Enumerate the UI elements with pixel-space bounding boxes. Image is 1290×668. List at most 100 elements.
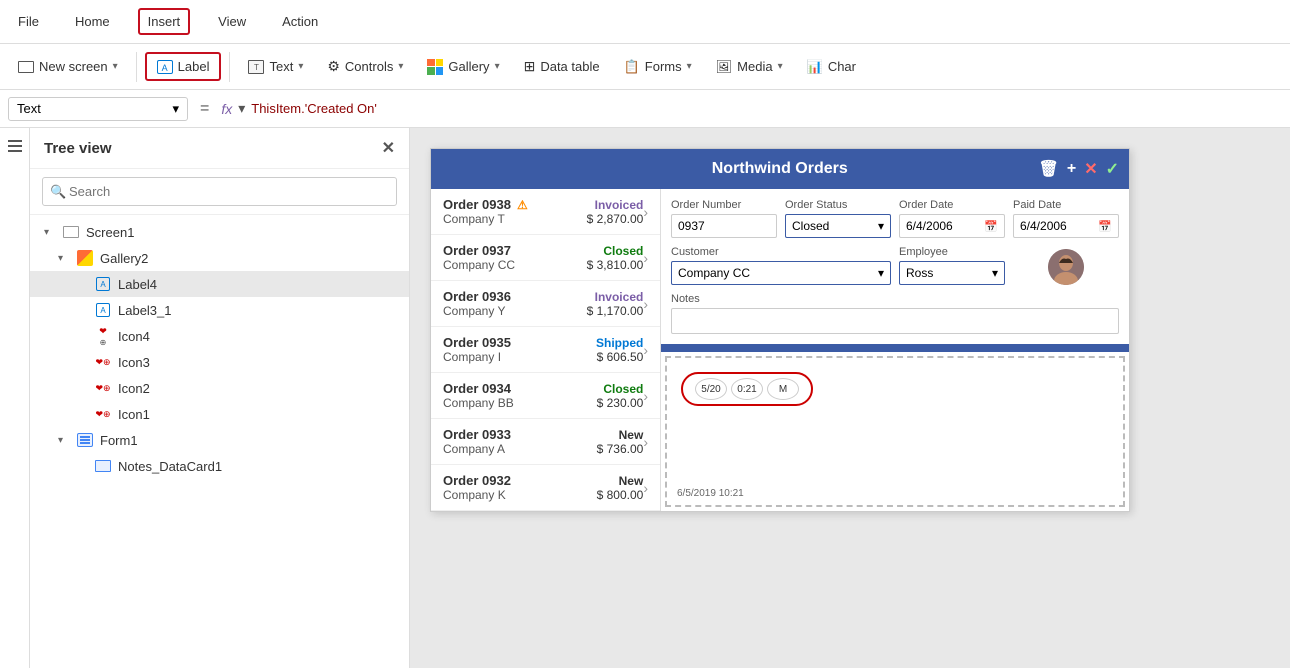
menu-action[interactable]: Action xyxy=(274,10,326,33)
tree-item-notes-datacard1[interactable]: Notes_DataCard1 xyxy=(30,453,409,479)
detail-form: Order Number 0937 Order Status Closed ▾ xyxy=(661,189,1129,344)
notes-group: Notes xyxy=(671,293,1119,334)
employee-dropdown[interactable]: Ross ▾ xyxy=(899,261,1005,285)
order-0937-amount: $ 3,810.00 xyxy=(587,258,644,272)
order-0935-chevron: › xyxy=(643,342,648,358)
customer-value: Company CC xyxy=(678,266,750,280)
customer-label: Customer xyxy=(671,246,891,258)
tree-item-icon4[interactable]: ❤ ⊕ Icon4 xyxy=(30,323,409,349)
tree-item-icon1[interactable]: ❤⊕ Icon1 xyxy=(30,401,409,427)
tree-item-icon3[interactable]: ❤⊕ Icon3 xyxy=(30,349,409,375)
new-screen-chevron: ▾ xyxy=(113,61,118,72)
order-date-input[interactable]: 6/4/2006 📅 xyxy=(899,214,1005,238)
toolbar-separator-2 xyxy=(229,52,230,82)
order-0937-company: Company CC xyxy=(443,258,587,272)
paid-date-input[interactable]: 6/4/2006 📅 xyxy=(1013,214,1119,238)
order-0933-company: Company A xyxy=(443,442,597,456)
media-chevron: ▾ xyxy=(778,61,783,72)
new-screen-button[interactable]: New screen ▾ xyxy=(8,54,128,79)
toolbar-separator-1 xyxy=(136,52,137,82)
gallery-item-0933[interactable]: Order 0933 Company A New $ 736.00 › xyxy=(431,419,660,465)
label-button[interactable]: A Label xyxy=(145,52,222,81)
detail-divider xyxy=(661,344,1129,352)
formula-bar: Text ▾ = fx ▾ xyxy=(0,90,1290,128)
order-0933-number: Order 0933 xyxy=(443,427,511,442)
gallery-item-0936[interactable]: Order 0936 Company Y Invoiced $ 1,170.00… xyxy=(431,281,660,327)
order-0932-company: Company K xyxy=(443,488,597,502)
order-status-dropdown[interactable]: Closed ▾ xyxy=(785,214,891,238)
order-0938-amount: $ 2,870.00 xyxy=(587,212,644,226)
app-header: Northwind Orders 🗑 + ✕ ✓ xyxy=(431,149,1129,189)
forms-button[interactable]: 📋 Forms ▾ xyxy=(614,54,702,80)
menu-view[interactable]: View xyxy=(210,10,254,33)
data-table-button[interactable]: ⊞ Data table xyxy=(514,53,610,80)
employee-label: Employee xyxy=(899,246,1005,258)
tree-item-gallery2[interactable]: ▾ Gallery2 xyxy=(30,245,409,271)
menu-insert[interactable]: Insert xyxy=(138,8,191,35)
order-0936-number: Order 0936 xyxy=(443,289,511,304)
date-chip-time: 0:21 xyxy=(731,378,763,400)
chart-button[interactable]: 📊 Char xyxy=(797,54,866,80)
tree-item-form1[interactable]: ▾ Form1 xyxy=(30,427,409,453)
notes-input[interactable] xyxy=(671,308,1119,334)
controls-icon: ⚙ xyxy=(327,58,340,75)
tree-search-area: 🔍 xyxy=(30,169,409,215)
tree-item-screen1[interactable]: ▾ Screen1 xyxy=(30,219,409,245)
order-0938-chevron: › xyxy=(643,204,648,220)
warning-icon-0938: ⚠ xyxy=(517,198,528,212)
customer-dropdown[interactable]: Company CC ▾ xyxy=(671,261,891,285)
sidebar-toggle[interactable] xyxy=(0,128,30,668)
order-0935-company: Company I xyxy=(443,350,596,364)
formula-chevron: ▾ xyxy=(238,100,245,117)
property-selector[interactable]: Text ▾ xyxy=(8,97,188,121)
cancel-icon[interactable]: ✕ xyxy=(1084,159,1097,179)
gallery-item-0934[interactable]: Order 0934 Company BB Closed $ 230.00 › xyxy=(431,373,660,419)
order-0934-company: Company BB xyxy=(443,396,597,410)
gallery2-chevron: ▾ xyxy=(58,253,70,264)
tree-item-icon2[interactable]: ❤⊕ Icon2 xyxy=(30,375,409,401)
gallery-button[interactable]: Gallery ▾ xyxy=(417,54,509,80)
gallery-item-0935[interactable]: Order 0935 Company I Shipped $ 606.50 › xyxy=(431,327,660,373)
order-0937-chevron: › xyxy=(643,250,648,266)
tree-item-label4[interactable]: A Label4 xyxy=(30,271,409,297)
icon3-tree-icon: ❤⊕ xyxy=(94,353,112,371)
gallery-item-0932[interactable]: Order 0932 Company K New $ 800.00 › xyxy=(431,465,660,511)
controls-chevron: ▾ xyxy=(398,61,403,72)
data-table-icon: ⊞ xyxy=(524,58,536,75)
delete-icon[interactable]: 🗑 xyxy=(1039,159,1059,179)
order-0934-status: Closed xyxy=(597,382,644,396)
forms-icon: 📋 xyxy=(624,59,640,75)
order-number-group: Order Number 0937 xyxy=(671,199,777,238)
fx-label: fx xyxy=(221,101,232,117)
text-button[interactable]: T Text ▾ xyxy=(238,54,313,79)
chart-icon: 📊 xyxy=(807,59,823,75)
screen-icon xyxy=(18,61,34,73)
tree-item-label3-1[interactable]: A Label3_1 xyxy=(30,297,409,323)
order-0933-amount: $ 736.00 xyxy=(597,442,644,456)
confirm-icon[interactable]: ✓ xyxy=(1106,159,1119,179)
add-icon[interactable]: + xyxy=(1067,160,1076,178)
gallery-item-0938[interactable]: Order 0938 ⚠ Company T Invoiced $ 2,870.… xyxy=(431,189,660,235)
gallery-item-0937[interactable]: Order 0937 Company CC Closed $ 3,810.00 … xyxy=(431,235,660,281)
order-status-value: Closed xyxy=(792,219,829,233)
notes-label: Notes xyxy=(671,293,1119,305)
order-number-value[interactable]: 0937 xyxy=(671,214,777,238)
controls-button[interactable]: ⚙ Controls ▾ xyxy=(317,53,413,80)
paid-date-group: Paid Date 6/4/2006 📅 xyxy=(1013,199,1119,238)
icon4-tree-icon: ❤ ⊕ xyxy=(94,327,112,345)
app-frame: Northwind Orders 🗑 + ✕ ✓ Order 09 xyxy=(430,148,1130,512)
tree-close-icon[interactable]: ✕ xyxy=(382,138,395,158)
tree-search-input[interactable] xyxy=(42,177,397,206)
media-button[interactable]: 🖼 Media ▾ xyxy=(706,54,793,80)
order-0936-amount: $ 1,170.00 xyxy=(587,304,644,318)
order-0937-status: Closed xyxy=(587,244,644,258)
order-0936-company: Company Y xyxy=(443,304,587,318)
order-0934-amount: $ 230.00 xyxy=(597,396,644,410)
screen1-chevron: ▾ xyxy=(44,227,56,238)
hamburger-icon xyxy=(8,136,22,152)
menu-file[interactable]: File xyxy=(10,10,47,33)
screen-icon xyxy=(62,223,80,241)
formula-input[interactable] xyxy=(251,101,1282,116)
paid-date-calendar-icon: 📅 xyxy=(1098,220,1112,233)
menu-home[interactable]: Home xyxy=(67,10,118,33)
